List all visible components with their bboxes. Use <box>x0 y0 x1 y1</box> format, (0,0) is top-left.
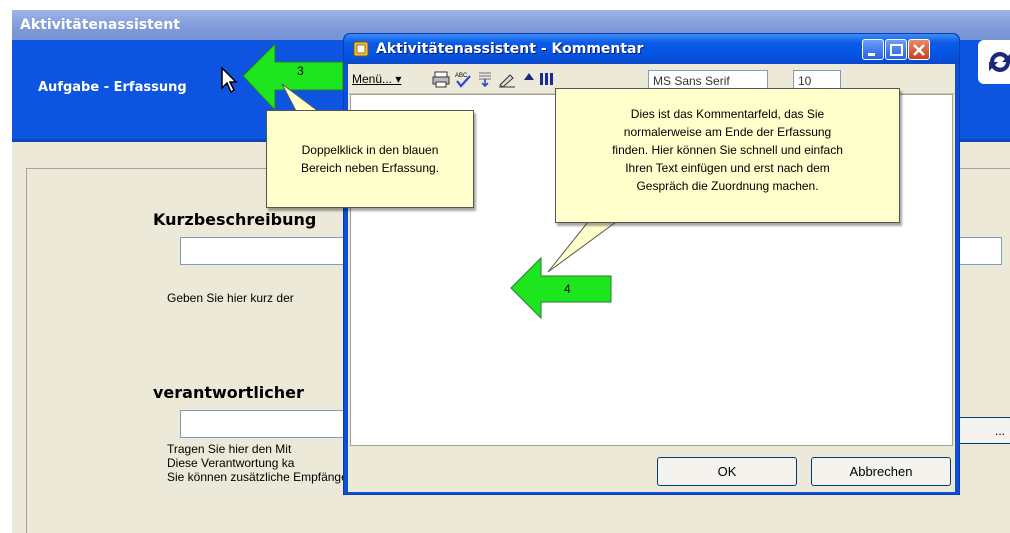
callout-4-line-3: finden. Hier können Sie schnell und einf… <box>564 141 891 159</box>
callout-step-4: Dies ist das Kommentarfeld, das Sie norm… <box>555 88 900 223</box>
callout-3-line-1: Doppelklick in den blauen <box>267 141 473 159</box>
callout-step-3: Doppelklick in den blauen Bereich neben … <box>266 110 474 208</box>
callout-3-line-2: Bereich neben Erfassung. <box>267 159 473 177</box>
callout-4-line-5: Gespräch die Zuordnung machen. <box>564 177 891 195</box>
callout-4-line-2: normalerweise am Ende der Erfassung <box>564 123 891 141</box>
callout-4-tail <box>548 222 616 272</box>
callout-4-line-4: Ihren Text einfügen und erst nach dem <box>564 159 891 177</box>
step-3-number: 3 <box>297 64 304 78</box>
arrow-left-icon <box>511 258 611 318</box>
annotation-overlay <box>0 0 1010 533</box>
step-4-number: 4 <box>564 282 571 296</box>
callout-4-line-1: Dies ist das Kommentarfeld, das Sie <box>564 105 891 123</box>
